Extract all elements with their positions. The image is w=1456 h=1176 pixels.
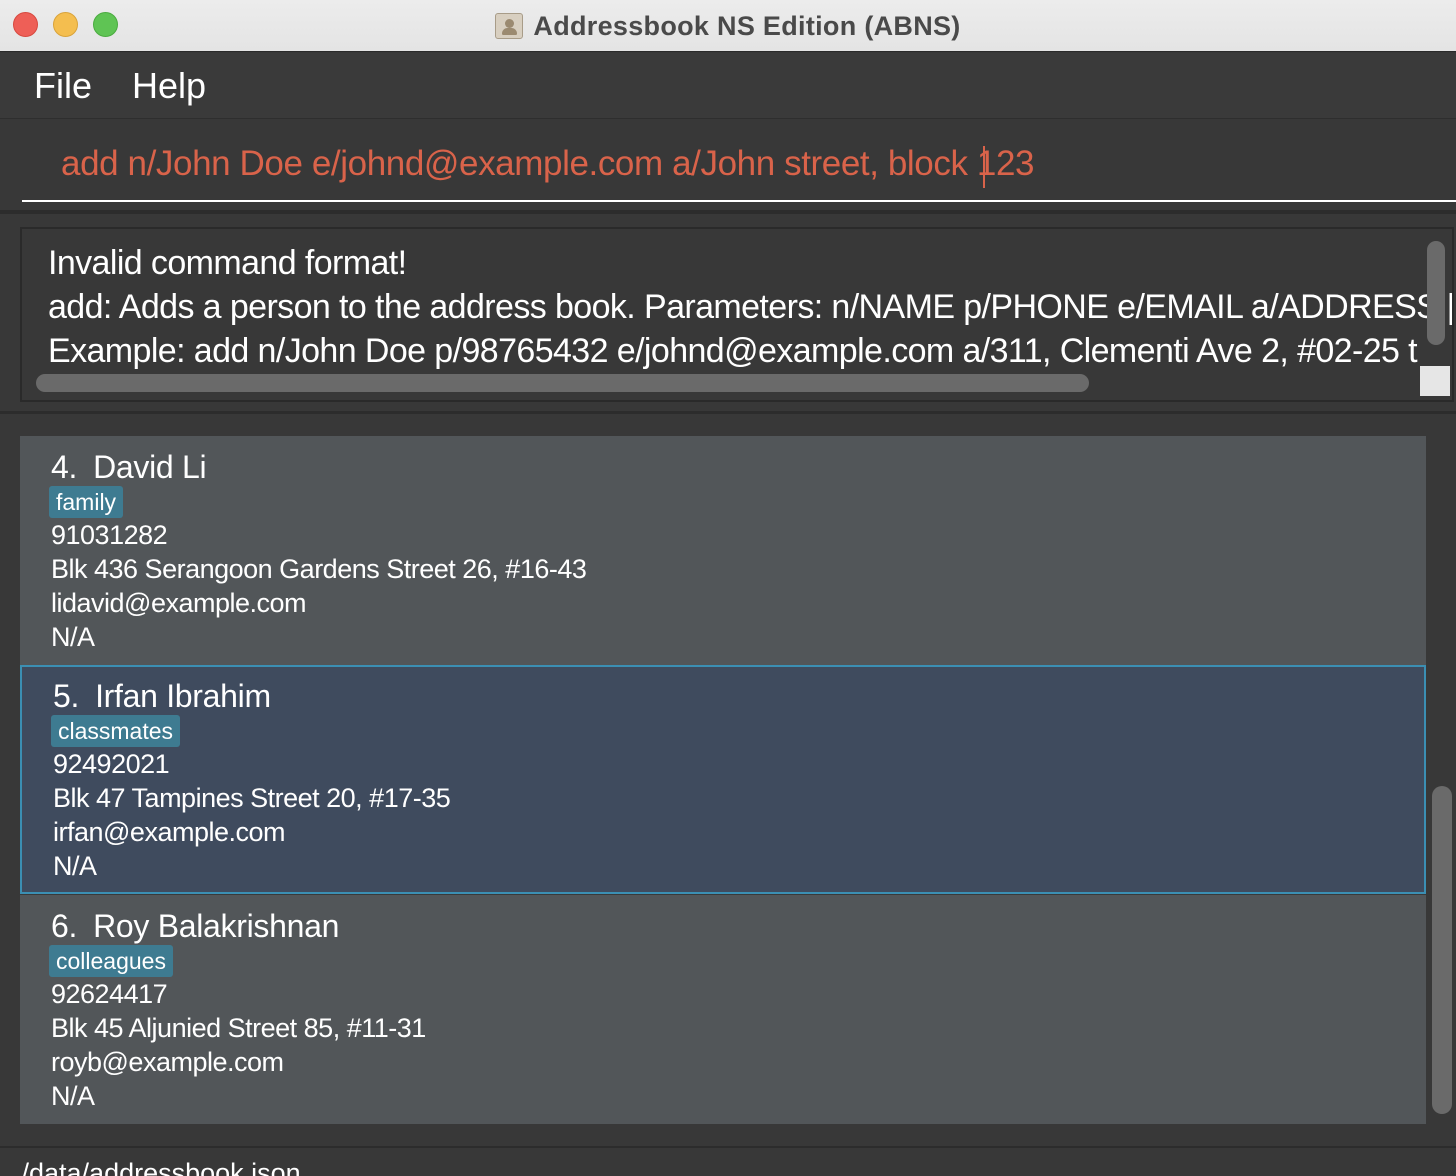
result-horizontal-scrollbar[interactable] bbox=[36, 374, 1089, 392]
person-card-header: 5. Irfan Ibrahim bbox=[53, 678, 271, 715]
command-input[interactable] bbox=[22, 120, 1456, 202]
person-card-header: 6. Roy Balakrishnan bbox=[51, 908, 339, 945]
person-name: David Li bbox=[93, 449, 207, 485]
person-card-header: 4. David Li bbox=[51, 449, 207, 486]
person-address: Blk 47 Tampines Street 20, #17-35 bbox=[53, 783, 451, 813]
result-display[interactable]: Invalid command format! add: Adds a pers… bbox=[20, 227, 1454, 402]
app-window: Addressbook NS Edition (ABNS) File Help … bbox=[0, 0, 1456, 1176]
window-title-group: Addressbook NS Edition (ABNS) bbox=[0, 0, 1456, 52]
person-email: royb@example.com bbox=[51, 1047, 284, 1077]
person-name: Roy Balakrishnan bbox=[93, 908, 340, 944]
window-title: Addressbook NS Edition (ABNS) bbox=[533, 10, 961, 41]
person-index: 5. bbox=[53, 678, 80, 714]
person-extra: N/A bbox=[51, 622, 95, 652]
person-index: 6. bbox=[51, 908, 78, 944]
address-book-icon bbox=[495, 13, 524, 39]
command-box bbox=[0, 120, 1456, 214]
result-line-example: Example: add n/John Doe p/98765432 e/joh… bbox=[48, 332, 1418, 370]
text-caret bbox=[983, 146, 985, 188]
status-bar: ./data/addressbook.json bbox=[0, 1146, 1456, 1176]
person-list-scrollbar[interactable] bbox=[1432, 786, 1452, 1114]
person-email: lidavid@example.com bbox=[51, 588, 307, 618]
menu-file[interactable]: File bbox=[34, 65, 92, 107]
person-card-5[interactable]: 5. Irfan Ibrahim classmates 92492021 Blk … bbox=[20, 665, 1426, 894]
person-phone: 91031282 bbox=[51, 520, 168, 550]
person-address: Blk 436 Serangoon Gardens Street 26, #16… bbox=[51, 554, 587, 584]
tag-badge: classmates bbox=[51, 715, 181, 747]
menu-help[interactable]: Help bbox=[132, 65, 206, 107]
person-extra: N/A bbox=[51, 1081, 95, 1111]
result-display-panel: Invalid command format! add: Adds a pers… bbox=[0, 218, 1456, 414]
tag-badge: colleagues bbox=[49, 945, 173, 977]
person-phone: 92492021 bbox=[53, 749, 170, 779]
person-card-6[interactable]: 6. Roy Balakrishnan colleagues 92624417 B… bbox=[20, 895, 1426, 1124]
title-bar[interactable]: Addressbook NS Edition (ABNS) bbox=[0, 0, 1456, 52]
result-line-usage: add: Adds a person to the address book. … bbox=[48, 288, 1454, 326]
scrollbar-corner bbox=[1420, 366, 1450, 396]
person-phone: 92624417 bbox=[51, 979, 168, 1009]
person-extra: N/A bbox=[53, 851, 97, 881]
person-email: irfan@example.com bbox=[53, 817, 286, 847]
person-index: 4. bbox=[51, 449, 78, 485]
person-list[interactable]: 4. David Li family 91031282 Blk 436 Seran… bbox=[20, 436, 1426, 1124]
person-card-4[interactable]: 4. David Li family 91031282 Blk 436 Seran… bbox=[20, 436, 1426, 665]
person-list-panel: 4. David Li family 91031282 Blk 436 Seran… bbox=[0, 418, 1456, 1144]
person-address: Blk 45 Aljunied Street 85, #11-31 bbox=[51, 1013, 426, 1043]
menu-bar: File Help bbox=[0, 53, 1456, 119]
result-vertical-scrollbar[interactable] bbox=[1427, 241, 1445, 345]
tag-badge: family bbox=[49, 486, 124, 518]
person-name: Irfan Ibrahim bbox=[95, 678, 271, 714]
save-location-path: ./data/addressbook.json bbox=[14, 1158, 301, 1176]
result-line-error: Invalid command format! bbox=[48, 244, 407, 282]
